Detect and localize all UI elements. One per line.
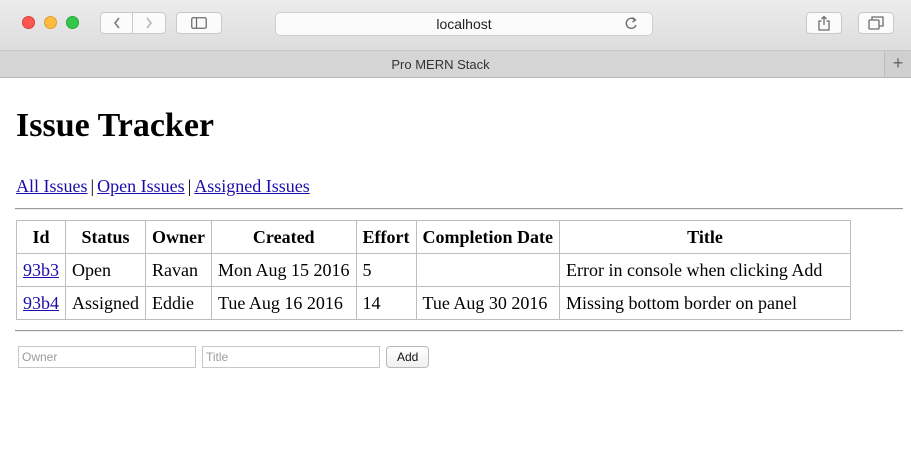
forward-button[interactable] — [133, 12, 166, 34]
assigned-issues-link[interactable]: Assigned Issues — [194, 176, 310, 196]
divider — [15, 330, 903, 332]
browser-window: localhost Pro MERN Stack + Issue Tracker… — [0, 0, 911, 470]
cell-id: 93b4 — [16, 286, 66, 320]
title-input[interactable] — [202, 346, 380, 368]
show-tabs-button[interactable] — [858, 12, 894, 34]
cell-status: Open — [65, 253, 146, 287]
minimize-icon[interactable] — [44, 16, 57, 29]
chevron-right-icon — [146, 17, 153, 29]
cell-completion-date: Tue Aug 30 2016 — [415, 286, 560, 320]
column-header-status: Status — [65, 220, 146, 254]
divider — [15, 208, 903, 210]
cell-id: 93b3 — [16, 253, 66, 287]
column-header-title: Title — [558, 220, 851, 254]
all-issues-link[interactable]: All Issues — [16, 176, 88, 196]
page-title: Issue Tracker — [16, 107, 215, 144]
chevron-left-icon — [113, 17, 120, 29]
column-header-completion-date: Completion Date — [415, 220, 560, 254]
owner-input[interactable] — [18, 346, 196, 368]
column-header-effort: Effort — [355, 220, 417, 254]
history-nav — [100, 12, 166, 34]
address-text: localhost — [436, 16, 492, 32]
table-header-row: Id Status Owner Created Effort Completio… — [16, 220, 851, 254]
sidebar-button[interactable] — [176, 12, 222, 34]
cell-created: Tue Aug 16 2016 — [211, 286, 357, 320]
column-header-created: Created — [211, 220, 357, 254]
issue-filter-nav: All Issues | Open Issues | Assigned Issues — [16, 176, 310, 197]
zoom-icon[interactable] — [66, 16, 79, 29]
cell-status: Assigned — [65, 286, 146, 320]
column-header-owner: Owner — [145, 220, 212, 254]
table-row: 93b4 Assigned Eddie Tue Aug 16 2016 14 T… — [16, 286, 851, 320]
page-content: Issue Tracker All Issues | Open Issues | Ass… — [0, 78, 911, 470]
address-bar[interactable]: localhost — [275, 12, 653, 36]
browser-toolbar: localhost — [0, 0, 911, 51]
tab-bar: Pro MERN Stack + — [0, 51, 911, 78]
issue-id-link[interactable]: 93b4 — [23, 293, 59, 313]
tabs-icon — [868, 16, 884, 30]
nav-separator: | — [187, 176, 192, 196]
cell-effort: 5 — [355, 253, 417, 287]
column-header-id: Id — [16, 220, 66, 254]
new-tab-button[interactable]: + — [884, 51, 911, 77]
cell-owner: Eddie — [145, 286, 212, 320]
back-button[interactable] — [100, 12, 133, 34]
reload-icon[interactable] — [624, 15, 638, 36]
sidebar-icon — [191, 17, 207, 29]
cell-effort: 14 — [355, 286, 417, 320]
cell-created: Mon Aug 15 2016 — [211, 253, 357, 287]
close-icon[interactable] — [22, 16, 35, 29]
cell-title: Missing bottom border on panel — [558, 286, 851, 320]
open-issues-link[interactable]: Open Issues — [97, 176, 185, 196]
share-icon — [818, 15, 830, 31]
add-button[interactable]: Add — [386, 346, 430, 368]
cell-completion-date — [415, 253, 560, 287]
nav-separator: | — [90, 176, 95, 196]
tab-title[interactable]: Pro MERN Stack — [0, 57, 881, 72]
cell-owner: Ravan — [145, 253, 212, 287]
table-row: 93b3 Open Ravan Mon Aug 15 2016 5 Error … — [16, 253, 851, 287]
cell-title: Error in console when clicking Add — [558, 253, 851, 287]
issue-id-link[interactable]: 93b3 — [23, 260, 59, 280]
issue-table: Id Status Owner Created Effort Completio… — [16, 220, 851, 320]
share-button[interactable] — [806, 12, 842, 34]
issue-add-form: Add — [18, 346, 430, 368]
